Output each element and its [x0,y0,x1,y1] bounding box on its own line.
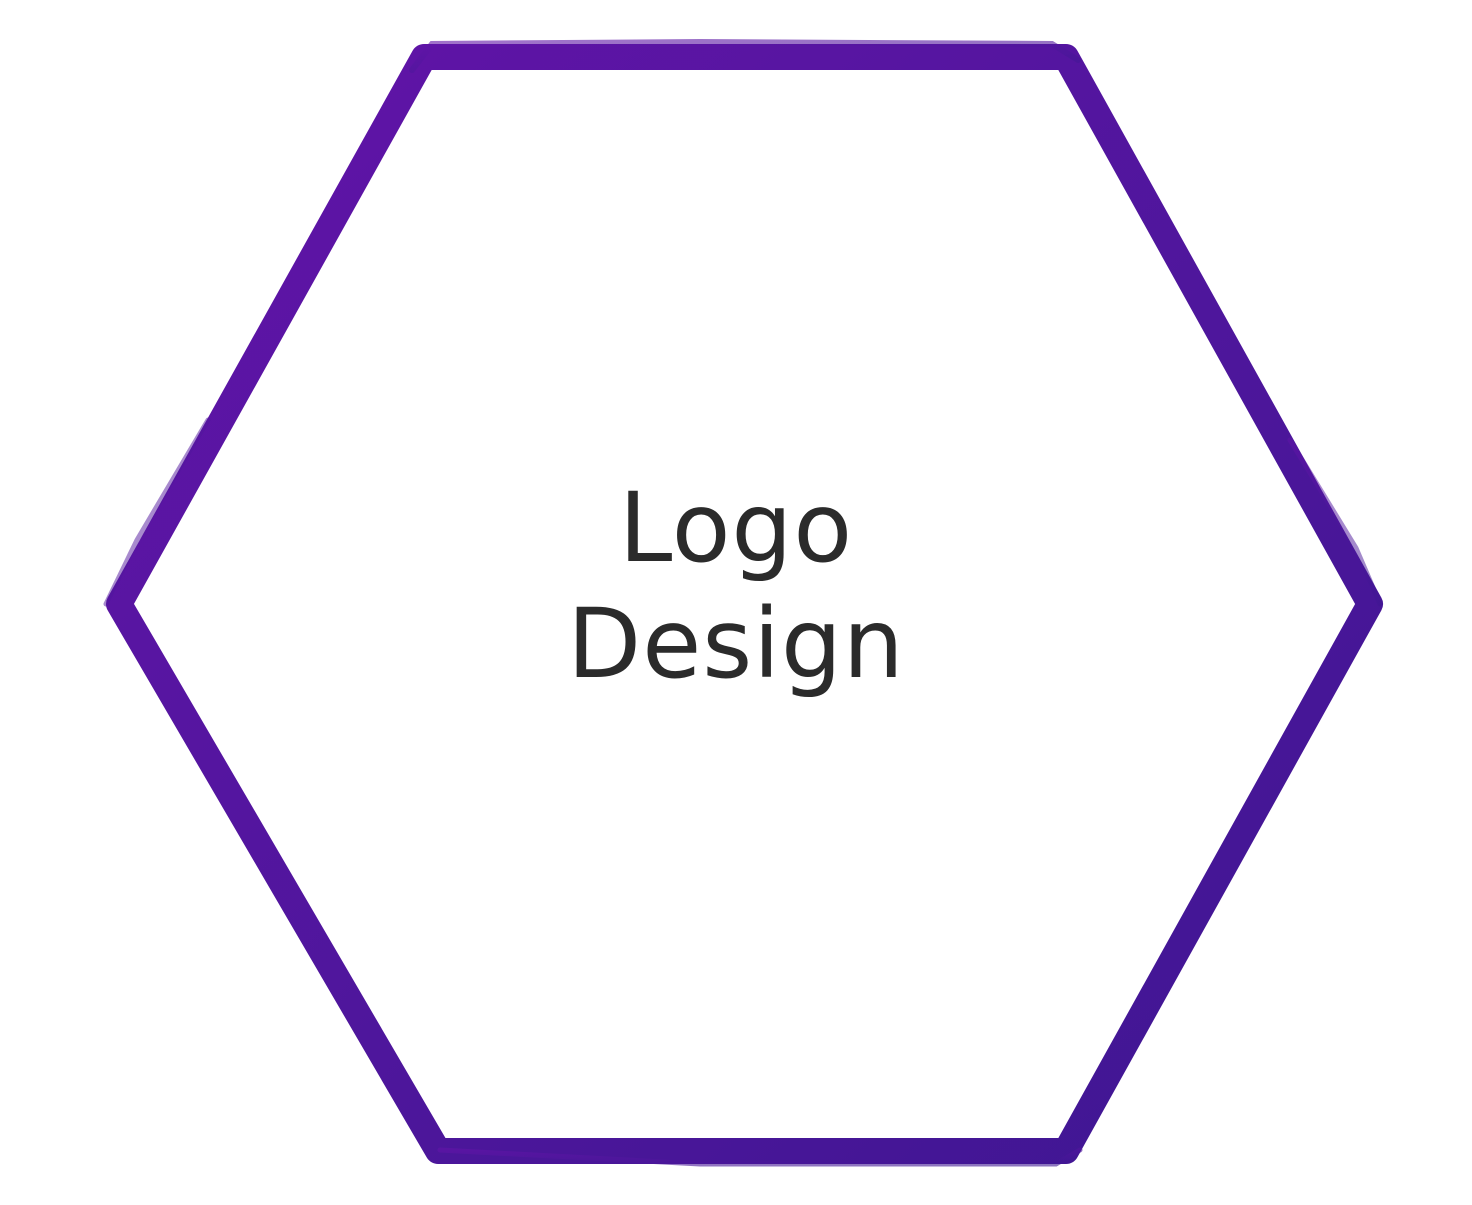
label-line-design: Design [567,588,905,700]
hexagon-label: Logo Design [436,470,1036,702]
label-line-logo: Logo [618,472,854,584]
hexagon-badge: Logo Design [0,0,1472,1205]
